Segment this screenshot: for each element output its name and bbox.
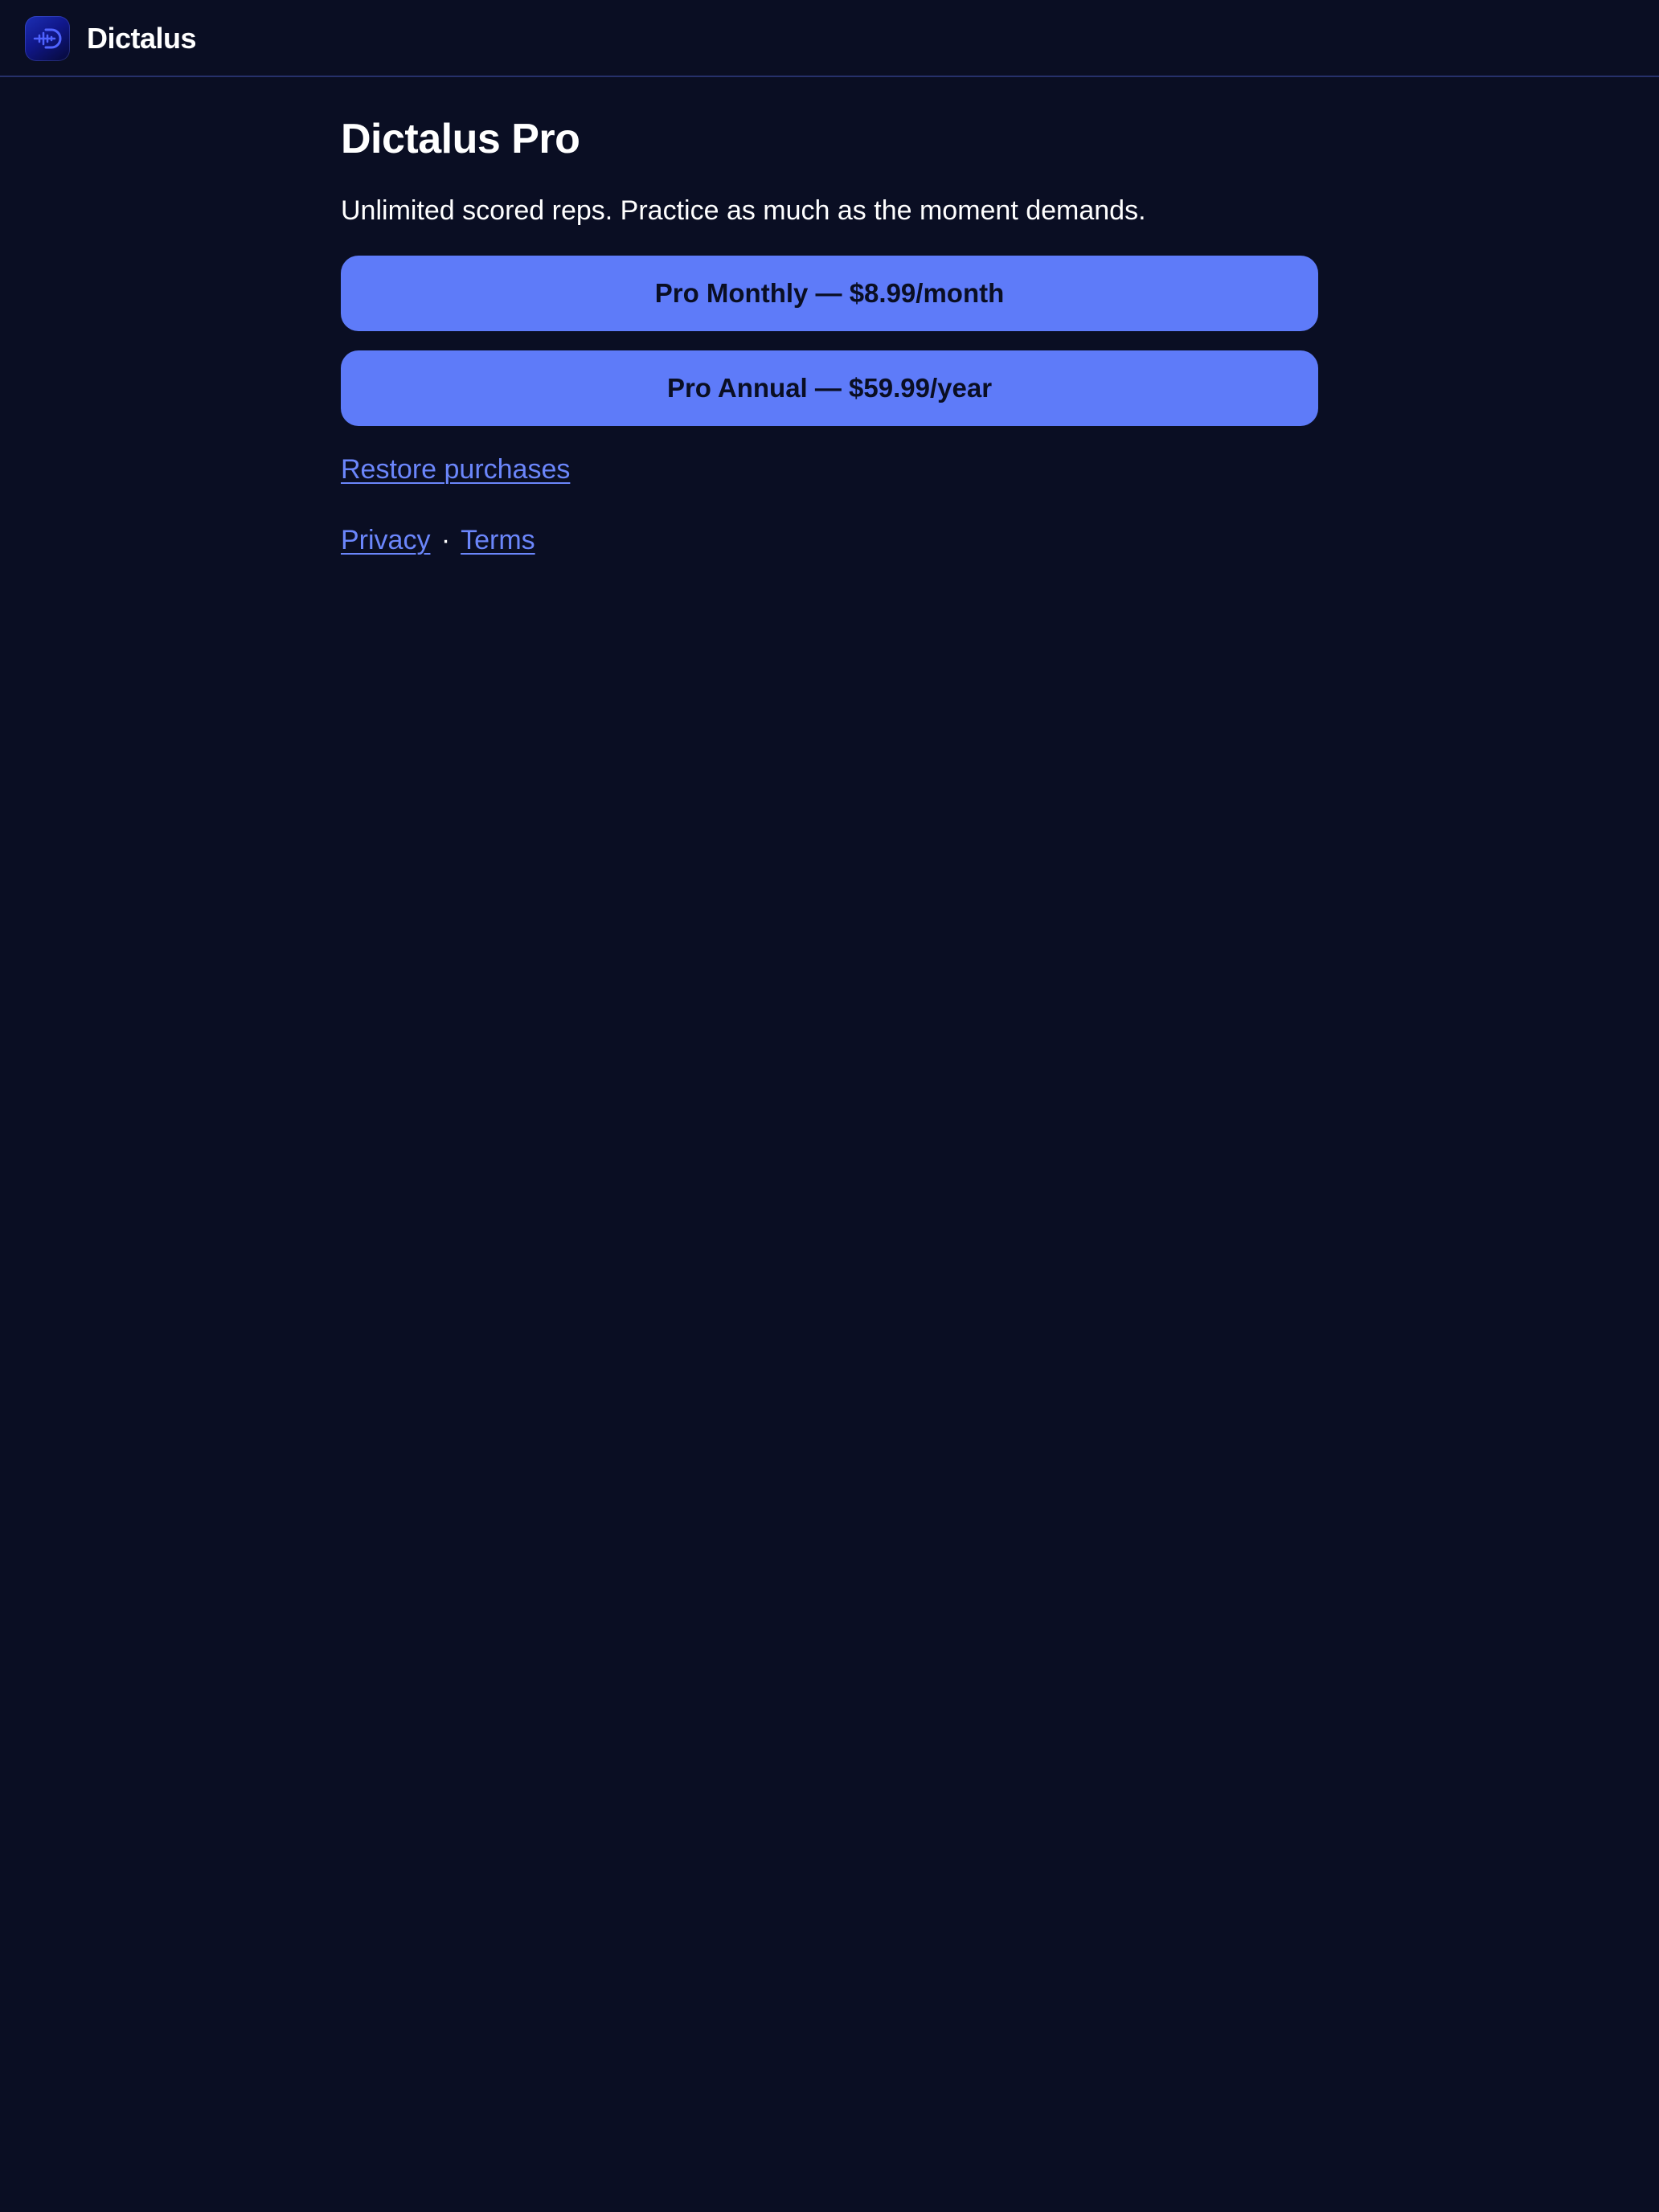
page-title: Dictalus Pro bbox=[341, 116, 580, 162]
top-bar: Dictalus bbox=[0, 0, 1659, 77]
terms-link[interactable]: Terms bbox=[461, 525, 535, 555]
pro-annual-button[interactable]: Pro Annual — $59.99/year bbox=[341, 350, 1318, 426]
app-name: Dictalus bbox=[87, 22, 197, 55]
legal-links: Privacy · Terms bbox=[341, 522, 535, 558]
tagline: Unlimited scored reps. Practice as much … bbox=[341, 195, 1146, 226]
dictalus-logo-icon bbox=[25, 16, 70, 61]
legal-separator: · bbox=[440, 525, 451, 555]
privacy-link[interactable]: Privacy bbox=[341, 525, 430, 555]
pro-monthly-button[interactable]: Pro Monthly — $8.99/month bbox=[341, 256, 1318, 331]
restore-purchases-link[interactable]: Restore purchases bbox=[341, 452, 570, 487]
